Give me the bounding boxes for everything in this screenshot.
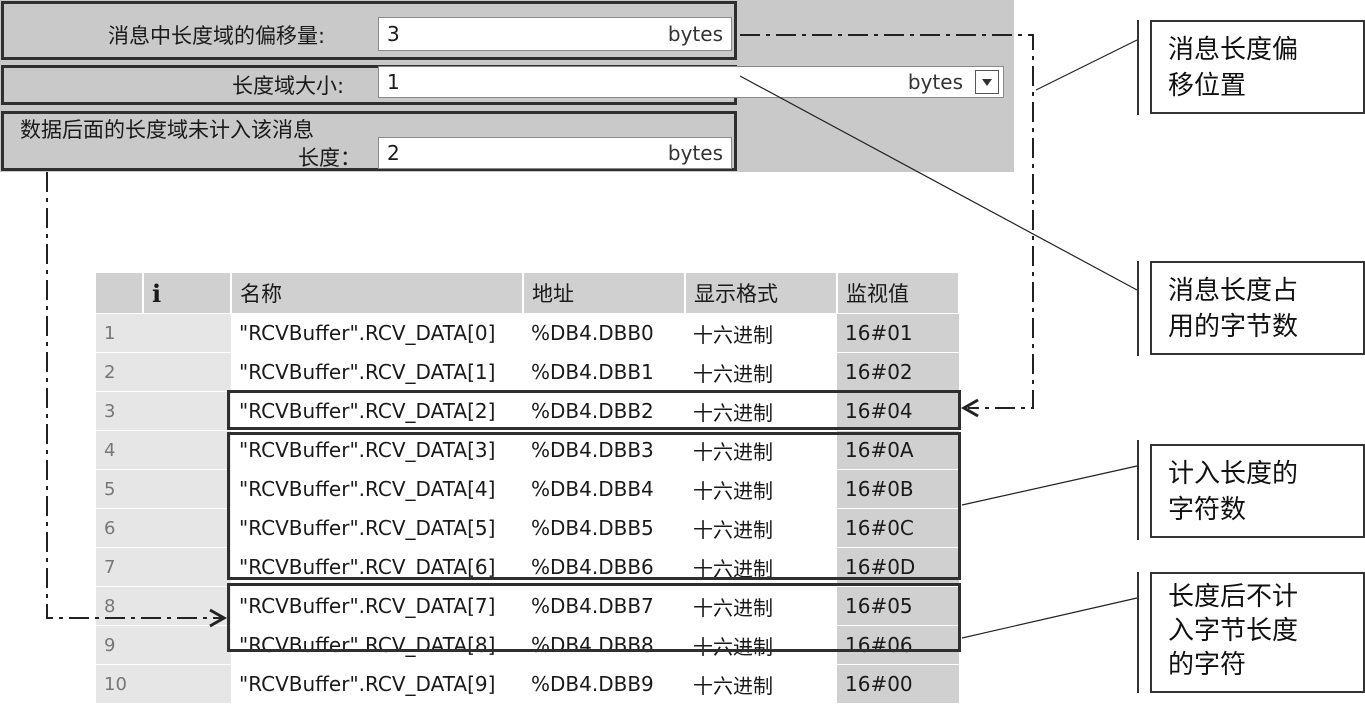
leader-length-bytes	[739, 75, 1138, 291]
leader-not-counted-chars	[961, 597, 1138, 639]
connector-lines	[46, 34, 1138, 639]
leader-counted-chars	[961, 465, 1138, 506]
excluded-connector	[46, 172, 222, 619]
leader-offset-position	[1035, 39, 1138, 91]
offset-connector	[740, 34, 1034, 409]
